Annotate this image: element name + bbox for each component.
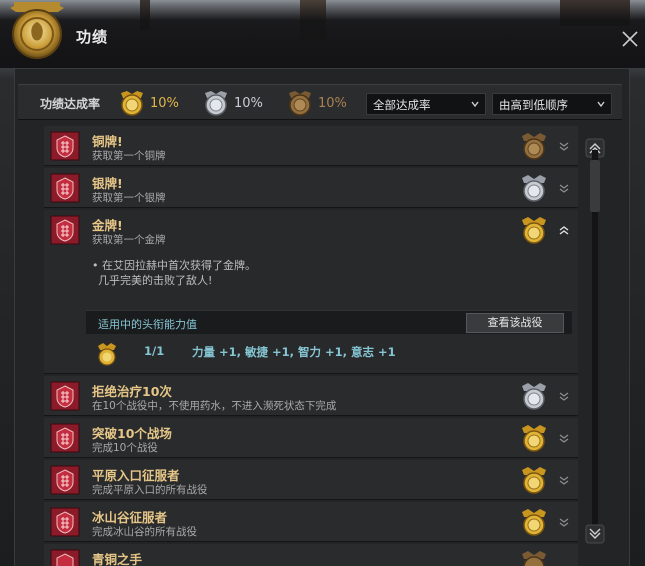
chevron-down-icon <box>471 101 479 108</box>
achievement-description: 获取第一个铜牌 <box>92 150 166 162</box>
completion-rate-label: 功绩达成率 <box>40 97 101 111</box>
title-ability-bar: 适用中的头衔能力值 查看该战役 <box>86 310 572 334</box>
achievement-row-ice-valley-conqueror[interactable]: 冰山谷征服者 完成冰山谷的所有战役 <box>44 502 578 542</box>
achievement-name: 青铜之手 <box>92 552 143 566</box>
bronze-medal-icon <box>522 133 546 160</box>
chevron-down-icon[interactable] <box>558 140 570 152</box>
gold-medal-icon <box>522 509 546 536</box>
chevron-down-icon[interactable] <box>558 516 570 528</box>
detail-line-2: 几乎完美的击败了敌人! <box>98 274 213 287</box>
achievement-badge-icon <box>50 173 80 203</box>
scroll-down-icon[interactable] <box>585 524 605 544</box>
silver-medal-icon <box>522 175 546 202</box>
chevron-down-icon[interactable] <box>558 390 570 402</box>
achievement-description: 完成平原入口的所有战役 <box>92 484 208 496</box>
category-dropdown[interactable]: 全部达成率 <box>366 93 486 115</box>
ability-count: 1/1 <box>144 344 165 358</box>
bronze-completion-stat: 10% <box>286 89 347 117</box>
gold-completion-stat: 10% <box>118 89 179 117</box>
achievement-description: 获取第一个金牌 <box>92 234 166 246</box>
achievement-row-10-battlefields[interactable]: 突破10个战场 完成10个战役 <box>44 418 578 458</box>
achievement-description: 完成冰山谷的所有战役 <box>92 526 197 538</box>
silver-medal-icon <box>522 383 546 410</box>
bronze-medal-icon <box>289 91 311 116</box>
window-title: 功绩 <box>76 28 109 46</box>
title-ability-row: 1/1 力量 +1, 敏捷 +1, 智力 +1, 意志 +1 <box>86 338 572 366</box>
scroll-thumb[interactable] <box>590 160 600 212</box>
chevron-down-icon <box>597 101 605 108</box>
silver-completion-stat: 10% <box>202 89 263 117</box>
ability-stats: 力量 +1, 敏捷 +1, 智力 +1, 意志 +1 <box>192 345 396 359</box>
achievement-badge-icon <box>50 215 80 245</box>
chevron-down-icon[interactable] <box>558 182 570 194</box>
gold-medal-icon <box>522 425 546 452</box>
achievements-window: 功绩 功绩达成率 10% 10% 10% 全部达成率 由高到低顺序 铜牌! 获取… <box>0 0 645 566</box>
gold-percentage: 10% <box>150 95 179 111</box>
chevron-down-icon[interactable] <box>558 474 570 486</box>
silver-percentage: 10% <box>234 95 263 111</box>
achievement-row-plains-conqueror[interactable]: 平原入口征服者 完成平原入口的所有战役 <box>44 460 578 500</box>
gold-medal-icon <box>522 467 546 494</box>
achievement-badge-icon <box>50 381 80 411</box>
achievement-badge-icon <box>50 423 80 453</box>
close-icon[interactable] <box>619 28 641 50</box>
silver-medal-icon <box>205 91 227 116</box>
achievement-description: 获取第一个银牌 <box>92 192 166 204</box>
sort-dropdown[interactable]: 由高到低顺序 <box>492 93 612 115</box>
achievement-badge-icon <box>50 465 80 495</box>
category-dropdown-value: 全部达成率 <box>373 98 431 112</box>
achievement-badge-icon <box>50 549 80 566</box>
list-scrollbar[interactable] <box>584 130 606 566</box>
title-ability-heading: 适用中的头衔能力值 <box>98 318 197 331</box>
detail-line-1: • 在艾因拉赫中首次获得了金牌。 <box>92 259 256 272</box>
gold-medal-icon <box>522 217 546 244</box>
achievement-description: 在10个战役中，不使用药水，不进入濒死状态下完成 <box>92 400 337 412</box>
achievement-row-bronze-hand[interactable]: 青铜之手 <box>44 544 578 566</box>
chevron-down-icon[interactable] <box>558 432 570 444</box>
chevron-up-icon[interactable] <box>558 224 570 236</box>
gold-medal-icon <box>98 343 116 366</box>
achievement-detail-text: • 在艾因拉赫中首次获得了金牌。 几乎完美的击败了敌人! <box>92 258 256 288</box>
achievement-description: 完成10个战役 <box>92 442 158 454</box>
achievement-row-silver[interactable]: 银牌! 获取第一个银牌 <box>44 168 578 208</box>
title-bar: 功绩 <box>0 0 645 68</box>
sort-dropdown-value: 由高到低顺序 <box>499 98 568 112</box>
achievement-badge-icon <box>50 507 80 537</box>
bronze-medal-icon <box>522 551 546 566</box>
achievement-row-no-heal[interactable]: 拒绝治疗10次 在10个战役中，不使用药水，不进入濒死状态下完成 <box>44 376 578 416</box>
achievement-emblem-icon <box>10 2 64 59</box>
bronze-percentage: 10% <box>318 95 347 111</box>
gold-medal-icon <box>121 91 143 116</box>
achievement-row-bronze[interactable]: 铜牌! 获取第一个铜牌 <box>44 126 578 166</box>
achievement-badge-icon <box>50 131 80 161</box>
view-campaign-button[interactable]: 查看该战役 <box>466 313 564 333</box>
completion-filter-bar: 功绩达成率 10% 10% 10% 全部达成率 由高到低顺序 <box>18 84 622 120</box>
